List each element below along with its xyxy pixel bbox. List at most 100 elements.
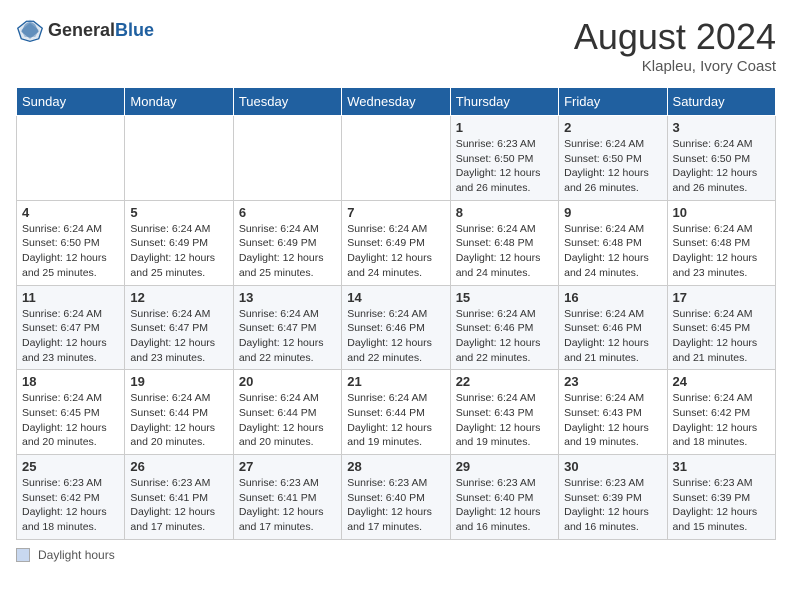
day-number: 18 xyxy=(22,374,119,389)
calendar-week-4: 18Sunrise: 6:24 AM Sunset: 6:45 PM Dayli… xyxy=(17,370,776,455)
calendar-week-3: 11Sunrise: 6:24 AM Sunset: 6:47 PM Dayli… xyxy=(17,285,776,370)
day-number: 28 xyxy=(347,459,444,474)
day-info: Sunrise: 6:24 AM Sunset: 6:50 PM Dayligh… xyxy=(22,222,119,281)
calendar-cell: 29Sunrise: 6:23 AM Sunset: 6:40 PM Dayli… xyxy=(450,455,558,540)
day-number: 10 xyxy=(673,205,770,220)
day-number: 22 xyxy=(456,374,553,389)
day-info: Sunrise: 6:23 AM Sunset: 6:42 PM Dayligh… xyxy=(22,476,119,535)
logo: General Blue xyxy=(16,16,154,44)
day-info: Sunrise: 6:24 AM Sunset: 6:49 PM Dayligh… xyxy=(130,222,227,281)
day-info: Sunrise: 6:24 AM Sunset: 6:47 PM Dayligh… xyxy=(239,307,336,366)
calendar-cell: 7 Sunrise: 6:24 AM Sunset: 6:49 PM Daylig… xyxy=(342,200,450,285)
day-number: 31 xyxy=(673,459,770,474)
day-number: 7 xyxy=(347,205,444,220)
day-info: Sunrise: 6:24 AM Sunset: 6:50 PM Dayligh… xyxy=(564,137,661,196)
day-number: 14 xyxy=(347,290,444,305)
legend-label: Daylight hours xyxy=(38,548,115,562)
calendar-week-1: 1 Sunrise: 6:23 AM Sunset: 6:50 PM Daylig… xyxy=(17,116,776,201)
day-number: 26 xyxy=(130,459,227,474)
day-info: Sunrise: 6:23 AM Sunset: 6:50 PM Dayligh… xyxy=(456,137,553,196)
logo-blue: Blue xyxy=(115,20,154,41)
day-info: Sunrise: 6:24 AM Sunset: 6:48 PM Dayligh… xyxy=(564,222,661,281)
day-number: 21 xyxy=(347,374,444,389)
calendar-cell: 1 Sunrise: 6:23 AM Sunset: 6:50 PM Daylig… xyxy=(450,116,558,201)
calendar-cell: 11Sunrise: 6:24 AM Sunset: 6:47 PM Dayli… xyxy=(17,285,125,370)
day-info: Sunrise: 6:24 AM Sunset: 6:45 PM Dayligh… xyxy=(673,307,770,366)
day-number: 4 xyxy=(22,205,119,220)
calendar-cell: 17 Sunrise: 6:24 AM Sunset: 6:45 PM Dayli… xyxy=(667,285,775,370)
month-title: August 2024 xyxy=(574,16,776,58)
day-number: 19 xyxy=(130,374,227,389)
day-number: 6 xyxy=(239,205,336,220)
location: Klapleu, Ivory Coast xyxy=(574,58,776,75)
day-info: Sunrise: 6:24 AM Sunset: 6:48 PM Dayligh… xyxy=(673,222,770,281)
calendar-header-row: SundayMondayTuesdayWednesdayThursdayFrid… xyxy=(17,88,776,116)
day-number: 17 xyxy=(673,290,770,305)
calendar-cell: 9 Sunrise: 6:24 AM Sunset: 6:48 PM Daylig… xyxy=(559,200,667,285)
calendar-cell: 21Sunrise: 6:24 AM Sunset: 6:44 PM Dayli… xyxy=(342,370,450,455)
day-info: Sunrise: 6:24 AM Sunset: 6:49 PM Dayligh… xyxy=(347,222,444,281)
calendar-dow-thursday: Thursday xyxy=(450,88,558,116)
day-number: 12 xyxy=(130,290,227,305)
calendar-cell: 15Sunrise: 6:24 AM Sunset: 6:46 PM Dayli… xyxy=(450,285,558,370)
calendar-cell: 16 Sunrise: 6:24 AM Sunset: 6:46 PM Dayli… xyxy=(559,285,667,370)
day-info: Sunrise: 6:24 AM Sunset: 6:47 PM Dayligh… xyxy=(22,307,119,366)
calendar-cell: 10 Sunrise: 6:24 AM Sunset: 6:48 PM Dayli… xyxy=(667,200,775,285)
calendar-cell: 8Sunrise: 6:24 AM Sunset: 6:48 PM Daylig… xyxy=(450,200,558,285)
day-number: 16 xyxy=(564,290,661,305)
calendar-cell: 28 Sunrise: 6:23 AM Sunset: 6:40 PM Dayli… xyxy=(342,455,450,540)
calendar-cell: 23Sunrise: 6:24 AM Sunset: 6:43 PM Dayli… xyxy=(559,370,667,455)
logo-text: General Blue xyxy=(48,20,154,41)
day-number: 27 xyxy=(239,459,336,474)
calendar-dow-monday: Monday xyxy=(125,88,233,116)
calendar-cell: 2 Sunrise: 6:24 AM Sunset: 6:50 PM Daylig… xyxy=(559,116,667,201)
day-number: 2 xyxy=(564,120,661,135)
calendar-table: SundayMondayTuesdayWednesdayThursdayFrid… xyxy=(16,87,776,540)
day-info: Sunrise: 6:24 AM Sunset: 6:46 PM Dayligh… xyxy=(347,307,444,366)
calendar-cell: 26 Sunrise: 6:23 AM Sunset: 6:41 PM Dayli… xyxy=(125,455,233,540)
day-info: Sunrise: 6:23 AM Sunset: 6:40 PM Dayligh… xyxy=(347,476,444,535)
calendar-dow-sunday: Sunday xyxy=(17,88,125,116)
calendar-cell: 31 Sunrise: 6:23 AM Sunset: 6:39 PM Dayli… xyxy=(667,455,775,540)
day-info: Sunrise: 6:23 AM Sunset: 6:39 PM Dayligh… xyxy=(564,476,661,535)
calendar-cell: 27Sunrise: 6:23 AM Sunset: 6:41 PM Dayli… xyxy=(233,455,341,540)
day-info: Sunrise: 6:24 AM Sunset: 6:47 PM Dayligh… xyxy=(130,307,227,366)
footer: Daylight hours xyxy=(16,548,776,562)
day-number: 20 xyxy=(239,374,336,389)
calendar-cell: 20 Sunrise: 6:24 AM Sunset: 6:44 PM Dayli… xyxy=(233,370,341,455)
calendar-week-2: 4 Sunrise: 6:24 AM Sunset: 6:50 PM Daylig… xyxy=(17,200,776,285)
day-info: Sunrise: 6:24 AM Sunset: 6:43 PM Dayligh… xyxy=(456,391,553,450)
calendar-cell xyxy=(17,116,125,201)
calendar-dow-saturday: Saturday xyxy=(667,88,775,116)
day-number: 13 xyxy=(239,290,336,305)
calendar-cell xyxy=(125,116,233,201)
day-number: 30 xyxy=(564,459,661,474)
logo-icon xyxy=(16,16,44,44)
title-block: August 2024 Klapleu, Ivory Coast xyxy=(574,16,776,75)
day-number: 25 xyxy=(22,459,119,474)
day-number: 15 xyxy=(456,290,553,305)
day-info: Sunrise: 6:23 AM Sunset: 6:40 PM Dayligh… xyxy=(456,476,553,535)
day-info: Sunrise: 6:23 AM Sunset: 6:39 PM Dayligh… xyxy=(673,476,770,535)
legend-box xyxy=(16,548,30,562)
page-header: General Blue August 2024 Klapleu, Ivory … xyxy=(16,16,776,75)
calendar-cell: 4 Sunrise: 6:24 AM Sunset: 6:50 PM Daylig… xyxy=(17,200,125,285)
calendar-cell xyxy=(233,116,341,201)
calendar-cell: 13 Sunrise: 6:24 AM Sunset: 6:47 PM Dayli… xyxy=(233,285,341,370)
day-info: Sunrise: 6:24 AM Sunset: 6:43 PM Dayligh… xyxy=(564,391,661,450)
calendar-cell xyxy=(342,116,450,201)
day-number: 9 xyxy=(564,205,661,220)
calendar-cell: 3Sunrise: 6:24 AM Sunset: 6:50 PM Daylig… xyxy=(667,116,775,201)
day-info: Sunrise: 6:23 AM Sunset: 6:41 PM Dayligh… xyxy=(130,476,227,535)
day-number: 3 xyxy=(673,120,770,135)
calendar-week-5: 25 Sunrise: 6:23 AM Sunset: 6:42 PM Dayli… xyxy=(17,455,776,540)
day-info: Sunrise: 6:24 AM Sunset: 6:44 PM Dayligh… xyxy=(239,391,336,450)
day-number: 1 xyxy=(456,120,553,135)
calendar-cell: 5Sunrise: 6:24 AM Sunset: 6:49 PM Daylig… xyxy=(125,200,233,285)
calendar-cell: 18Sunrise: 6:24 AM Sunset: 6:45 PM Dayli… xyxy=(17,370,125,455)
calendar-cell: 12 Sunrise: 6:24 AM Sunset: 6:47 PM Dayli… xyxy=(125,285,233,370)
day-info: Sunrise: 6:24 AM Sunset: 6:46 PM Dayligh… xyxy=(564,307,661,366)
calendar-cell: 25 Sunrise: 6:23 AM Sunset: 6:42 PM Dayli… xyxy=(17,455,125,540)
calendar-dow-friday: Friday xyxy=(559,88,667,116)
calendar-dow-wednesday: Wednesday xyxy=(342,88,450,116)
